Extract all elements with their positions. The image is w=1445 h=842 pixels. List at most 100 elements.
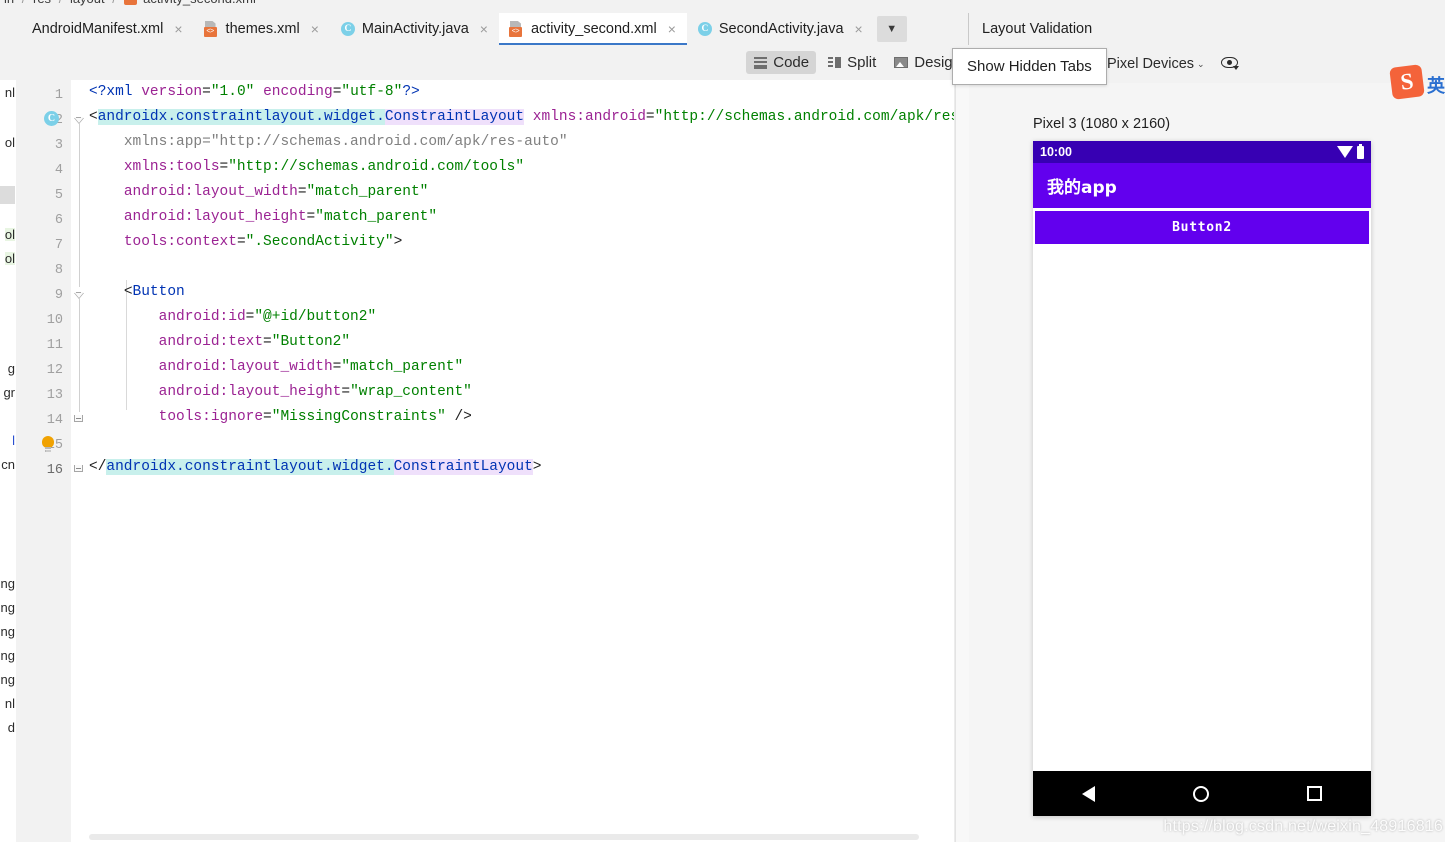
tree-fragment: gr: [3, 385, 15, 400]
tab-label: MainActivity.java: [361, 20, 469, 37]
device-label: Pixel 3 (1080 x 2160): [1033, 116, 1171, 132]
editor-right-edge: [955, 80, 969, 842]
sogou-ime-logo[interactable]: S 英: [1389, 63, 1445, 103]
fold-range-line: [79, 123, 80, 287]
tree-fragment: ol: [4, 135, 15, 150]
line-number: 9: [54, 288, 63, 303]
fold-end-icon[interactable]: [74, 462, 85, 473]
home-icon[interactable]: [1193, 785, 1209, 802]
code-line-16: </androidx.constraintlayout.widget.Const…: [89, 459, 542, 475]
tab-androidmanifest-xml[interactable]: AndroidManifest.xml ×: [0, 13, 194, 45]
preview-button2[interactable]: Button2: [1035, 211, 1369, 244]
status-bar-icons: [1337, 143, 1364, 159]
xml-resource-icon: [123, 0, 137, 5]
line-number: 8: [54, 263, 63, 278]
breadcrumb-item-3[interactable]: activity_second.xml: [143, 0, 256, 6]
lightbulb-base: [45, 447, 51, 449]
line-number: 16: [46, 463, 63, 478]
tree-fragment: nl: [4, 85, 15, 100]
editor-tab-bar: AndroidManifest.xml × themes.xml × MainA…: [0, 13, 968, 46]
xml-resource-icon: [203, 21, 220, 37]
tree-fragment: ol: [4, 251, 15, 266]
breadcrumb-separator: /: [18, 0, 30, 6]
code-line-2: <androidx.constraintlayout.widget.Constr…: [89, 109, 968, 125]
fold-range-line: [79, 298, 80, 412]
device-preview[interactable]: 10:00 我的app Button2: [1033, 141, 1371, 816]
show-hidden-tabs-button[interactable]: ▼: [876, 16, 907, 42]
tab-mainactivity-java[interactable]: MainActivity.java ×: [330, 13, 499, 45]
editor-gutter[interactable]: 1 2 3 4 5 6 7 8 9 10 11 12 13 14 15 16 C: [16, 80, 71, 842]
split-view-icon: [827, 56, 842, 69]
code-line-7: tools:context=".SecondActivity">: [123, 234, 403, 250]
code-line-6: android:layout_height="match_parent": [123, 209, 438, 225]
tree-fragment: ng: [0, 600, 15, 615]
eye-pupil: [1226, 60, 1232, 65]
tree-fragment: d: [7, 720, 15, 735]
tree-fragment: cn: [1, 457, 15, 472]
lightbulb-icon[interactable]: [41, 436, 55, 454]
design-view-icon: [894, 56, 909, 69]
tree-fragment: ol: [4, 227, 15, 242]
code-line-4: xmlns:tools="http://schemas.android.com/…: [123, 159, 525, 175]
code-text-area[interactable]: <?xml version="1.0" encoding="utf-8"?> <…: [89, 80, 968, 842]
mode-label: Code: [773, 54, 810, 71]
editor-mode-toolbar: Code Split Design: [0, 45, 983, 81]
tab-label: SecondActivity.java: [718, 20, 844, 37]
code-editor[interactable]: 1 2 3 4 5 6 7 8 9 10 11 12 13 14 15 16 C: [16, 80, 968, 842]
device-set-dropdown[interactable]: Pixel Devices ⌄: [1107, 56, 1205, 72]
visibility-toggle-button[interactable]: [1220, 55, 1243, 73]
class-marker-icon[interactable]: C: [44, 111, 59, 126]
fold-toggle-icon[interactable]: [74, 287, 85, 298]
line-number: 5: [54, 188, 63, 203]
mode-label: Split: [847, 54, 877, 71]
code-line-10: android:id="@+id/button2": [158, 309, 377, 325]
editor-fold-gutter[interactable]: [71, 80, 89, 842]
layout-validation-header: Layout Validation: [968, 13, 1445, 46]
line-number: 1: [54, 88, 63, 103]
tree-fragment: g: [7, 361, 15, 376]
breadcrumb[interactable]: in / res / layout / activity_second.xml: [0, 0, 1445, 13]
tab-close-icon[interactable]: ×: [309, 22, 321, 36]
breadcrumb-item-0[interactable]: in: [4, 0, 14, 6]
tab-close-icon[interactable]: ×: [478, 22, 490, 36]
breadcrumb-separator: /: [55, 0, 67, 6]
chevron-down-icon: [1232, 66, 1239, 70]
back-icon[interactable]: [1082, 785, 1095, 802]
line-number: 10: [46, 313, 63, 328]
app-title: 我的app: [1047, 178, 1117, 198]
fold-end-icon[interactable]: [74, 412, 85, 423]
mode-code-button[interactable]: Code: [746, 51, 817, 74]
device-status-bar: 10:00: [1033, 141, 1371, 163]
code-line-12: android:layout_width="match_parent": [158, 359, 464, 375]
device-navigation-bar: [1033, 771, 1371, 816]
code-line-13: android:layout_height="wrap_content": [158, 384, 472, 400]
breadcrumb-item-2[interactable]: layout: [70, 0, 105, 6]
editor-horizontal-scrollbar[interactable]: [89, 834, 919, 840]
battery-icon: [1357, 143, 1364, 159]
tree-fragment: ng: [0, 624, 15, 639]
code-view-icon: [753, 56, 768, 69]
tree-fragment: ng: [0, 576, 15, 591]
tab-themes-xml[interactable]: themes.xml ×: [194, 13, 330, 45]
device-action-bar: 我的app: [1033, 163, 1371, 208]
tab-secondactivity-java[interactable]: SecondActivity.java ×: [687, 13, 874, 45]
tree-selected-row[interactable]: [0, 186, 15, 204]
tab-close-icon[interactable]: ×: [853, 22, 865, 36]
line-number: 12: [46, 363, 63, 378]
tab-close-icon[interactable]: ×: [666, 22, 678, 36]
project-tree-sliver[interactable]: nl ol ol ol g gr l cn ng ng ng ng ng nl …: [0, 80, 16, 842]
tab-label: themes.xml: [225, 20, 300, 37]
line-number: 3: [54, 138, 63, 153]
recents-icon[interactable]: [1307, 786, 1322, 801]
fold-toggle-icon[interactable]: [74, 112, 85, 123]
breadcrumb-item-1[interactable]: res: [33, 0, 51, 6]
line-number: 6: [54, 213, 63, 228]
xml-resource-icon: [508, 21, 525, 37]
mode-split-button[interactable]: Split: [820, 51, 883, 74]
line-number: 7: [54, 238, 63, 253]
code-line-14: tools:ignore="MissingConstraints" />: [158, 409, 472, 425]
java-class-icon: [340, 21, 356, 37]
layout-preview-pane[interactable]: Pixel 3 (1080 x 2160) 10:00 我的app Button…: [969, 83, 1445, 842]
tab-activity-second-xml[interactable]: activity_second.xml ×: [498, 13, 687, 46]
tab-close-icon[interactable]: ×: [172, 22, 184, 36]
